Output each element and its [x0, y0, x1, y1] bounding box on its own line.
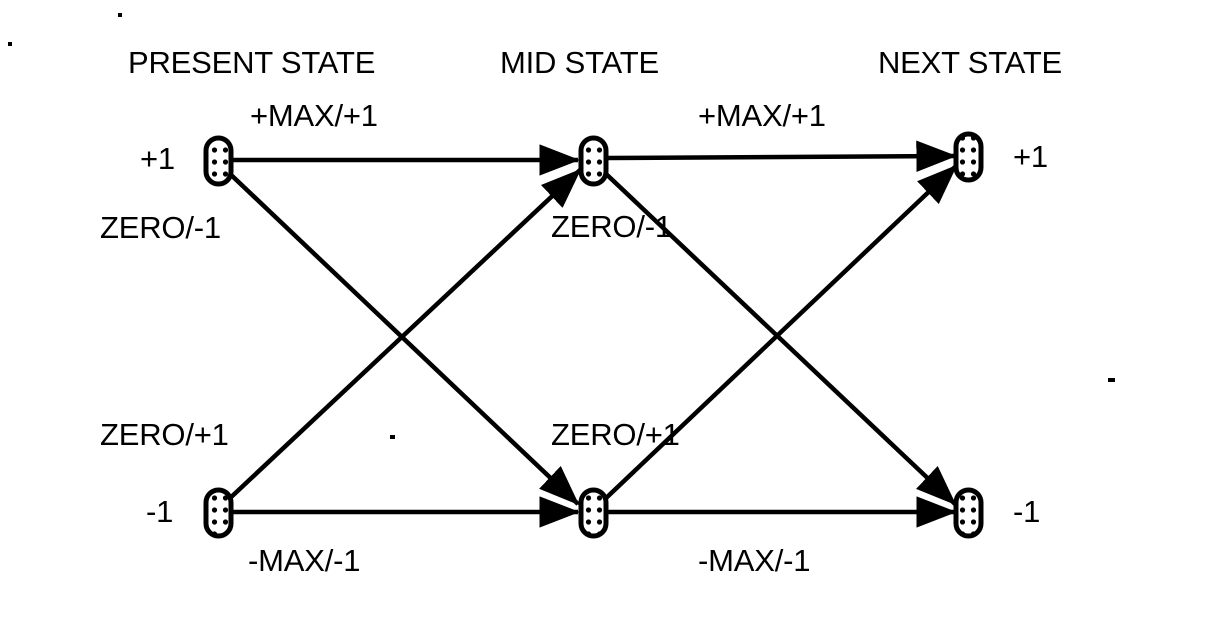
edge-label-zero-plus-one-mid: ZERO/+1 — [551, 417, 680, 452]
edge-label-plus-max-plus-one-left: +MAX/+1 — [250, 98, 378, 133]
state-label-next-plus-one: +1 — [1013, 139, 1048, 174]
scan-speck — [1108, 378, 1115, 382]
trellis-diagram: PRESENT STATE MID STATE NEXT STATE +MAX/… — [0, 0, 1220, 644]
node-group — [203, 131, 984, 539]
node-present-minus[interactable] — [203, 487, 234, 539]
state-label-next-minus-one: -1 — [1013, 494, 1041, 529]
column-header-mid-state: MID STATE — [500, 45, 659, 80]
scan-speck — [390, 435, 395, 439]
state-label-present-minus-one: -1 — [146, 494, 174, 529]
node-present-plus[interactable] — [203, 135, 234, 187]
node-next-plus[interactable] — [953, 131, 984, 183]
edge-m-plus-to-n-plus — [605, 140, 957, 172]
node-mid-plus[interactable] — [578, 135, 609, 187]
node-mid-minus[interactable] — [578, 487, 609, 539]
edge-label-minus-max-minus-one-left: -MAX/-1 — [248, 543, 361, 578]
edge-group-present-to-mid — [226, 144, 582, 528]
edge-label-zero-minus-one-left: ZERO/-1 — [100, 210, 221, 245]
node-next-minus[interactable] — [953, 487, 984, 539]
scan-speck — [8, 42, 12, 46]
scan-speck — [118, 13, 122, 17]
column-header-next-state: NEXT STATE — [878, 45, 1063, 80]
edge-label-plus-max-plus-one-right: +MAX/+1 — [698, 98, 826, 133]
column-header-present-state: PRESENT STATE — [128, 45, 376, 80]
trellis-graphics — [203, 131, 984, 539]
edge-label-minus-max-minus-one-right: -MAX/-1 — [698, 543, 811, 578]
state-label-present-plus-one: +1 — [140, 141, 175, 176]
edge-label-zero-plus-one-left: ZERO/+1 — [100, 417, 229, 452]
edge-label-zero-minus-one-mid: ZERO/-1 — [551, 209, 672, 244]
